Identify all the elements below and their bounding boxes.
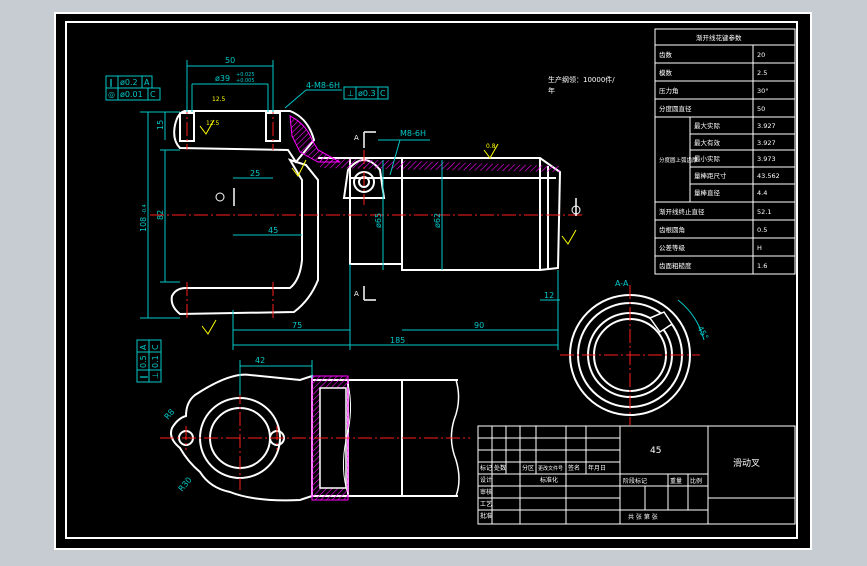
param-value: 1.6 [757,262,767,270]
param-value: 30° [757,87,769,95]
param-label: 齿面粗糙度 [659,261,692,270]
dim-42: 42 [255,356,265,365]
tb-stage: 阶段标记 [623,477,647,485]
dim-39: ø39 [215,74,230,83]
dim-108: 108 [139,217,148,232]
note-line1: 生产纲领：10000件/ [548,75,615,84]
tb-scale: 比例 [690,477,702,485]
gdt-c-val: ø0.3 [358,89,376,98]
gdt-c-sym: ⊥ [347,89,354,98]
param-label: 齿根圆角 [659,225,685,234]
tb-count: 处数 [494,464,506,472]
param-sub-label: 量棒直径 [694,188,721,197]
gdt-b-val: ø0.01 [120,90,143,99]
tb-mark: 标记 [480,464,492,472]
gdt-a-sym: ∥ [109,78,113,87]
dim-50: 50 [225,56,235,65]
gdt-b-ref: C [150,90,156,99]
tb-part-name: 滑动叉 [733,458,760,469]
tb-sheet: 共 张 第 张 [628,513,658,521]
param-value: 52.1 [757,208,771,216]
gdt-e-val: 0.1 [151,355,160,368]
param-group-label: 分度圆上弧齿厚 [659,156,698,164]
ra-mark: 0.8 [486,143,496,150]
param-value: 20 [757,51,765,59]
dim-90: 90 [474,321,484,330]
tb-sign: 签名 [568,464,580,472]
drawing-viewport: ∥ ø0.2 A ◎ ø0.01 C ⊥ ø0.3 C ∥ 0.5 A ⊥ 0.… [0,0,867,562]
param-value: 2.5 [757,69,767,77]
tb-weight: 重量 [670,477,682,485]
drawing-sheet [54,12,812,550]
param-label: 压力角 [659,86,679,95]
dim-62: ø62 [433,213,442,228]
gdt-d-ref: A [139,344,148,350]
tb-zone: 分区 [522,464,534,472]
note-line2: 年 [548,86,555,95]
dim-75: 75 [292,321,302,330]
tb-craft: 工艺 [480,500,492,508]
tb-design: 设计 [480,476,492,484]
param-label: 公差等级 [659,243,686,252]
gdt-d-sym: ∥ [139,375,148,379]
param-sub-value: 43.562 [757,172,780,180]
tb-approve: 批准 [480,512,492,520]
param-sub-label: 最大实际 [694,121,721,130]
dim-45: 45 [268,226,278,235]
gdt-b-sym: ◎ [108,90,115,99]
cad-drawing: ∥ ø0.2 A ◎ ø0.01 C ⊥ ø0.3 C ∥ 0.5 A ⊥ 0.… [54,12,812,550]
tb-std: 标准化 [540,476,558,484]
param-label: 渐开线终止直径 [659,207,705,216]
tb-doc: 更改文件号 [538,465,563,472]
param-title: 渐开线花键参数 [696,33,742,42]
gdt-c-ref: C [380,89,386,98]
tb-date: 年月日 [588,464,606,472]
tb-material: 45 [650,446,661,456]
param-label: 分度圆直径 [659,104,692,113]
mark-a: A [354,290,359,298]
dim-12: 12 [544,291,554,300]
dim-m8-b: M8-6H [400,129,426,138]
param-sub-value: 4.4 [757,189,767,197]
gdt-e-ref: C [151,344,160,350]
dim-m8: 4-M8-6H [306,81,340,90]
param-sub-label: 最大有效 [694,138,721,147]
gdt-d-val: 0.5 [139,355,148,368]
dim-108-tol: -0.4 [142,204,148,214]
tb-check: 审核 [480,488,492,496]
param-sub-label: 量棒距尺寸 [694,171,727,180]
ra-mark: 12.5 [206,120,220,127]
gdt-e-sym: ⊥ [151,372,160,379]
param-value: 50 [757,105,765,113]
dim-65: ø65 [374,213,383,228]
dim-39-tol-lo: +0.005 [236,78,255,84]
gdt-a-ref: A [144,78,150,87]
gdt-a-val: ø0.2 [120,78,138,87]
dim-185: 185 [390,336,405,345]
section-label: A-A [615,279,629,288]
param-sub-value: 3.927 [757,122,776,130]
param-sub-label: 最小实际 [694,154,721,163]
mark-a: A [354,134,359,142]
param-label: 模数 [659,68,673,77]
param-sub-value: 3.973 [757,155,776,163]
param-sub-value: 3.927 [757,139,776,147]
dim-15: 15 [156,120,165,130]
dim-82: 82 [156,210,165,220]
param-value: 0.5 [757,226,767,234]
dim-25: 25 [250,169,260,178]
param-value: H [757,244,762,252]
param-label: 齿数 [659,50,673,59]
ra-mark: 12.5 [212,96,226,103]
